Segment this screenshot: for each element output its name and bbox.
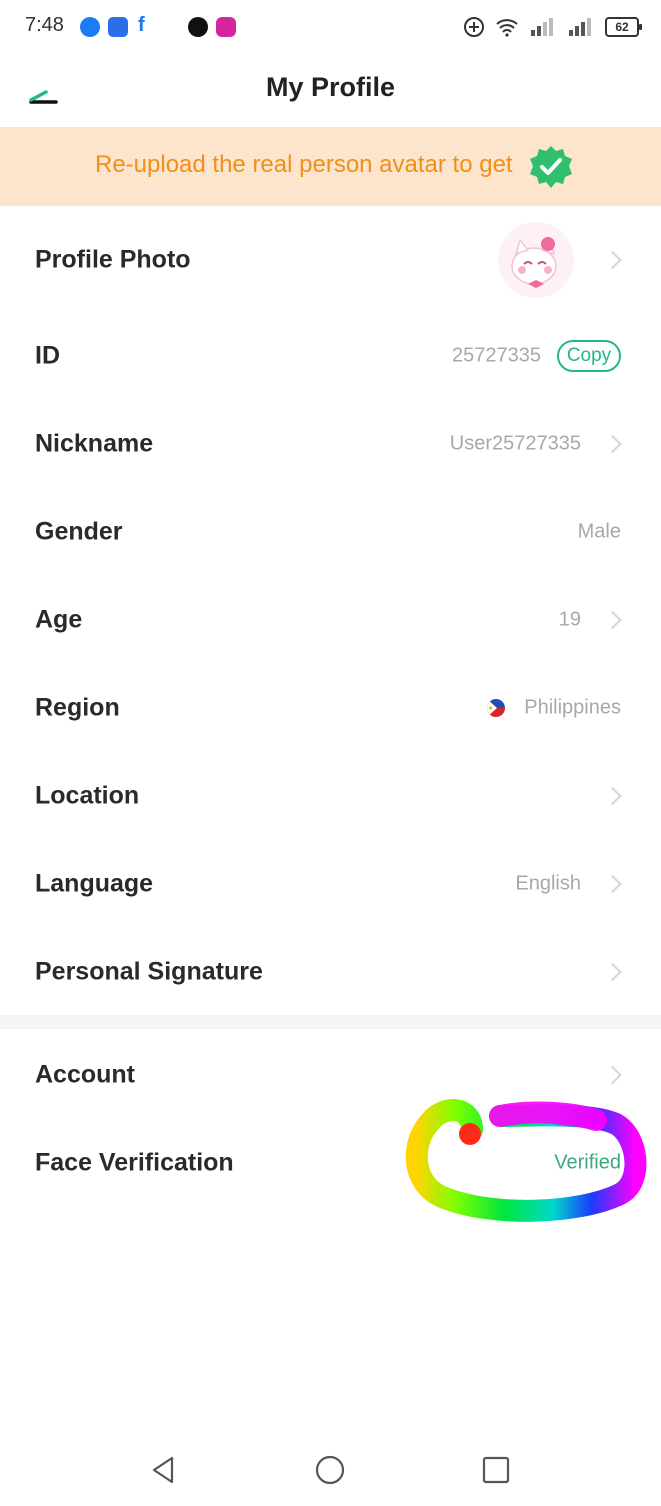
- chevron-right-icon: [603, 610, 622, 630]
- status-bar: 7:48 f 62: [0, 0, 661, 56]
- row-region: Region Philippines: [0, 664, 661, 752]
- signal-icon: [531, 18, 553, 36]
- verified-badge-icon: [530, 146, 572, 188]
- messenger-icon: [80, 17, 100, 37]
- chevron-right-icon: [603, 962, 622, 982]
- id-value: 25727335: [452, 344, 541, 367]
- facebook-icon: f: [138, 14, 145, 36]
- avatar-upload-banner[interactable]: Re-upload the real person avatar to get: [0, 127, 661, 206]
- gender-value: Male: [577, 520, 621, 543]
- row-label: Personal Signature: [35, 957, 263, 986]
- row-nickname[interactable]: Nickname User25727335: [0, 400, 661, 488]
- row-age[interactable]: Age 19: [0, 576, 661, 664]
- system-nav-bar: [0, 1440, 661, 1500]
- row-gender: Gender Male: [0, 488, 661, 576]
- row-language[interactable]: Language English: [0, 840, 661, 928]
- avatar[interactable]: [498, 222, 574, 298]
- signal-icon: [569, 18, 591, 36]
- row-label: Gender: [35, 517, 123, 546]
- row-label: Profile Photo: [35, 245, 191, 274]
- banner-text: Re-upload the real person avatar to get: [95, 151, 513, 178]
- chevron-right-icon: [603, 250, 622, 270]
- row-label: Face Verification: [35, 1148, 234, 1177]
- row-label: ID: [35, 341, 60, 370]
- copy-button[interactable]: Copy: [557, 340, 621, 372]
- language-value: English: [515, 872, 581, 895]
- tiktok-icon: [188, 17, 208, 37]
- chat-icon: [108, 17, 128, 37]
- row-label: Age: [35, 605, 83, 634]
- page-title: My Profile: [265, 72, 396, 102]
- age-value: 19: [558, 608, 581, 631]
- row-label: Region: [35, 693, 120, 722]
- app-header: My Profile: [0, 56, 661, 126]
- row-personal-signature[interactable]: Personal Signature: [0, 928, 661, 1016]
- region-value: Philippines: [524, 696, 621, 719]
- home-circle-icon[interactable]: [314, 1454, 346, 1486]
- row-id: ID 25727335 Copy: [0, 312, 661, 400]
- status-time: 7:48: [25, 14, 64, 36]
- wifi-icon: [496, 19, 518, 37]
- nickname-value: User25727335: [449, 432, 581, 455]
- chevron-right-icon: [603, 1065, 622, 1085]
- battery-indicator: 62: [605, 17, 642, 37]
- chevron-right-icon: [603, 434, 622, 454]
- row-location[interactable]: Location: [0, 752, 661, 840]
- add-circle-icon: [464, 17, 484, 37]
- row-label: Location: [35, 781, 140, 810]
- chevron-right-icon: [603, 874, 622, 894]
- philippines-flag-icon: [487, 699, 505, 717]
- back-triangle-icon[interactable]: [148, 1454, 180, 1486]
- row-label: Nickname: [35, 429, 154, 458]
- row-label: Account: [35, 1060, 135, 1089]
- instagram-icon: [216, 17, 236, 37]
- chevron-right-icon: [603, 786, 622, 806]
- rainbow-scribble-annotation: [405, 1099, 647, 1222]
- row-label: Language: [35, 869, 154, 898]
- recents-square-icon[interactable]: [480, 1454, 512, 1486]
- section-divider: [0, 1015, 661, 1029]
